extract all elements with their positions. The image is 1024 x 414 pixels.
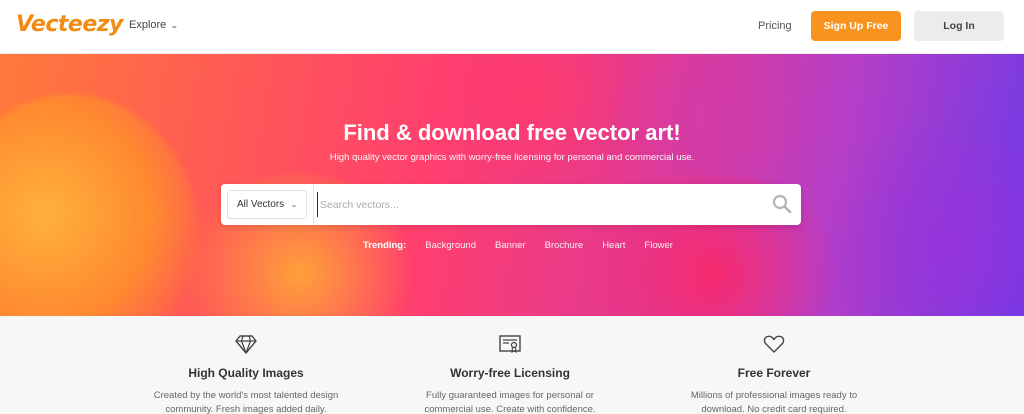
feature-licensing: Worry-free Licensing Fully guaranteed im…: [400, 316, 620, 414]
trending-tag-brochure[interactable]: Brochure: [545, 240, 584, 251]
search-bar: All Vectors ⌄: [221, 184, 801, 225]
log-in-button[interactable]: Log In: [914, 11, 1004, 41]
heart-icon: [763, 335, 785, 353]
feature-description: Fully guaranteed images for personal or …: [424, 390, 596, 414]
feature-description: Created by the world's most talented des…: [153, 390, 339, 414]
chevron-down-icon: ⌄: [170, 20, 180, 30]
search-divider: [313, 184, 314, 225]
feature-title: Worry-free Licensing: [450, 366, 570, 380]
category-select[interactable]: All Vectors ⌄: [227, 190, 307, 219]
chevron-down-icon: ⌄: [290, 201, 298, 209]
diamond-icon: [235, 335, 257, 354]
trending-tag-heart[interactable]: Heart: [602, 240, 625, 251]
hero-title: Find & download free vector art!: [343, 120, 681, 145]
hero-subtitle: High quality vector graphics with worry-…: [329, 152, 695, 163]
hero-banner: Find & download free vector art! High qu…: [0, 54, 1024, 316]
vecteezy-logo[interactable]: Vecteezy: [16, 12, 123, 37]
explore-menu[interactable]: Explore ⌄: [129, 19, 180, 31]
feature-free-forever: Free Forever Millions of professional im…: [664, 316, 884, 414]
trending-tag-background[interactable]: Background: [425, 240, 476, 251]
feature-title: Free Forever: [737, 366, 811, 380]
trending-tag-banner[interactable]: Banner: [495, 240, 526, 251]
pricing-link[interactable]: Pricing: [758, 20, 792, 32]
trending-tags: Trending: Background Banner Brochure Hea…: [363, 240, 692, 251]
feature-description: Millions of professional images ready to…: [690, 390, 858, 414]
trending-tag-flower[interactable]: Flower: [644, 240, 673, 251]
certificate-icon: [499, 335, 521, 353]
search-icon[interactable]: [772, 194, 792, 214]
feature-high-quality: High Quality Images Created by the world…: [136, 316, 356, 414]
search-input[interactable]: [317, 192, 757, 217]
trending-label: Trending:: [363, 240, 407, 251]
features-section: High Quality Images Created by the world…: [0, 316, 1024, 414]
top-nav: Vecteezy Explore ⌄ Pricing Sign Up Free …: [0, 0, 1024, 54]
category-select-value: All Vectors: [236, 199, 285, 210]
feature-title: High Quality Images: [188, 366, 304, 380]
explore-label: Explore: [129, 19, 167, 31]
sign-up-button[interactable]: Sign Up Free: [811, 11, 901, 41]
